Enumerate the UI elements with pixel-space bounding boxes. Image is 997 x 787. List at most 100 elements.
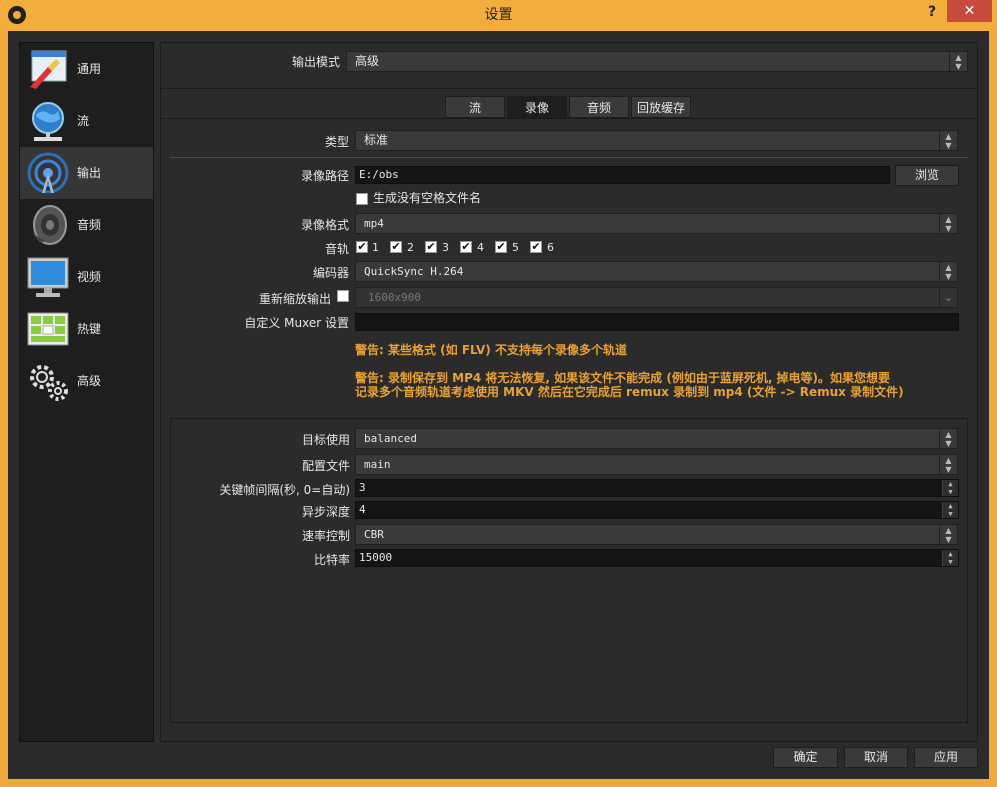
target-usage-label: 目标使用 xyxy=(301,433,350,447)
spin-arrows-icon[interactable]: ▲ ▼ xyxy=(942,502,958,518)
recording-format-select[interactable]: mp4 ▲ ▼ xyxy=(355,213,958,234)
gears-icon xyxy=(30,365,68,401)
recording-path-label: 录像路径 xyxy=(300,169,349,183)
track-1-label: 1 xyxy=(372,241,379,254)
async-depth-label: 异步深度 xyxy=(301,505,350,519)
output-mode-select[interactable]: 高级 ▲ ▼ xyxy=(346,51,968,72)
sidebar-item-advanced[interactable]: 高级 xyxy=(20,355,153,407)
divider xyxy=(170,157,968,158)
track-3-checkbox[interactable]: ✔ xyxy=(425,241,437,253)
audio-tracks-label: 音轨 xyxy=(324,242,349,256)
speaker-icon xyxy=(32,205,67,245)
output-mode-label: 输出模式 xyxy=(291,55,340,69)
track-6-label: 6 xyxy=(547,241,554,254)
general-icon xyxy=(30,50,67,89)
profile-select[interactable]: main ▲ ▼ xyxy=(355,454,958,475)
chevron-down-icon: ⌄ xyxy=(939,288,957,307)
spin-arrows-icon: ▲ ▼ xyxy=(939,429,957,448)
async-depth-value: 4 xyxy=(359,503,366,516)
profile-label: 配置文件 xyxy=(301,459,350,473)
apply-button[interactable]: 应用 xyxy=(914,747,978,768)
warning-mp4-line2: 记录多个音频轨道考虑使用 MKV 然后在它完成后 remux 录制到 mp4 (… xyxy=(355,385,904,399)
sidebar-item-general[interactable]: 通用 xyxy=(20,43,153,95)
rescale-output-checkbox[interactable] xyxy=(337,290,349,302)
bitrate-value: 15000 xyxy=(359,551,393,564)
target-usage-value: balanced xyxy=(364,432,417,445)
type-label: 类型 xyxy=(324,135,349,149)
sidebar-item-hotkeys[interactable]: 热键 xyxy=(20,303,153,355)
keyframe-interval-label: 关键帧间隔(秒, 0=自动) xyxy=(219,483,350,497)
recording-format-label: 录像格式 xyxy=(300,218,349,232)
sidebar-item-output[interactable]: 输出 xyxy=(20,147,153,199)
stream-globe-icon xyxy=(32,102,64,141)
track-5-checkbox[interactable]: ✔ xyxy=(495,241,507,253)
track-2-label: 2 xyxy=(407,241,414,254)
custom-muxer-input[interactable] xyxy=(355,313,959,331)
sidebar-item-stream[interactable]: 流 xyxy=(20,95,153,147)
spin-arrows-icon[interactable]: ▲ ▼ xyxy=(942,550,958,566)
no-space-filename-checkbox[interactable] xyxy=(356,193,368,205)
sidebar-item-label: 视频 xyxy=(77,270,102,284)
sidebar-item-video[interactable]: 视频 xyxy=(20,251,153,303)
target-usage-select[interactable]: balanced ▲ ▼ xyxy=(355,428,958,449)
type-value: 标准 xyxy=(364,133,389,147)
rescale-resolution-select[interactable]: 1600x900 ⌄ xyxy=(355,287,958,308)
sidebar-item-label: 音频 xyxy=(77,218,102,232)
cancel-button[interactable]: 取消 xyxy=(844,747,908,768)
divider xyxy=(161,88,977,89)
browse-button[interactable]: 浏览 xyxy=(895,165,959,186)
async-depth-spinbox[interactable]: 4 ▲ ▼ xyxy=(355,501,959,519)
warning-multitrack: 警告: 某些格式 (如 FLV) 不支持每个录像多个轨道 xyxy=(355,343,627,357)
recording-format-value: mp4 xyxy=(364,217,384,230)
track-2-checkbox[interactable]: ✔ xyxy=(390,241,402,253)
spin-arrows-icon: ▲ ▼ xyxy=(939,131,957,150)
keyframe-interval-value: 3 xyxy=(359,481,366,494)
keyframe-interval-spinbox[interactable]: 3 ▲ ▼ xyxy=(355,479,959,497)
recording-path-input[interactable]: E:/obs xyxy=(355,166,890,184)
encoder-value: QuickSync H.264 xyxy=(364,265,464,278)
spin-arrows-icon: ▲ ▼ xyxy=(939,455,957,474)
no-space-filename-label: 生成没有空格文件名 xyxy=(373,191,482,205)
ok-button[interactable]: 确定 xyxy=(773,747,838,768)
spin-arrows-icon[interactable]: ▲ ▼ xyxy=(942,480,958,496)
profile-value: main xyxy=(364,458,391,471)
tab-divider xyxy=(161,118,977,119)
track-1-checkbox[interactable]: ✔ xyxy=(356,241,368,253)
output-mode-value: 高级 xyxy=(355,54,380,68)
encoder-select[interactable]: QuickSync H.264 ▲ ▼ xyxy=(355,261,958,282)
bitrate-label: 比特率 xyxy=(313,553,350,567)
track-5-label: 5 xyxy=(512,241,519,254)
track-4-label: 4 xyxy=(477,241,484,254)
sidebar-item-audio[interactable]: 音频 xyxy=(20,199,153,251)
sidebar-item-label: 流 xyxy=(77,114,90,128)
track-4-checkbox[interactable]: ✔ xyxy=(460,241,472,253)
sidebar-item-label: 输出 xyxy=(77,166,102,180)
bitrate-spinbox[interactable]: 15000 ▲ ▼ xyxy=(355,549,959,567)
spin-arrows-icon: ▲ ▼ xyxy=(949,52,967,71)
spin-arrows-icon: ▲ ▼ xyxy=(939,525,957,544)
tab-replay-buffer[interactable]: 回放缓存 xyxy=(631,96,691,118)
tab-audio[interactable]: 音频 xyxy=(569,96,629,118)
custom-muxer-label: 自定义 Muxer 设置 xyxy=(244,316,349,330)
rescale-resolution-value: 1600x900 xyxy=(368,291,421,304)
close-button[interactable]: ✕ xyxy=(947,0,992,22)
tab-recording[interactable]: 录像 xyxy=(507,96,567,118)
sidebar-item-label: 高级 xyxy=(77,374,102,388)
window-title: 设置 xyxy=(484,7,513,23)
monitor-icon xyxy=(27,257,69,297)
tab-stream[interactable]: 流 xyxy=(445,96,505,118)
output-antenna-icon xyxy=(27,152,69,194)
spin-arrows-icon: ▲ ▼ xyxy=(939,262,957,281)
rate-control-label: 速率控制 xyxy=(301,529,350,543)
rate-control-select[interactable]: CBR ▲ ▼ xyxy=(355,524,958,545)
rate-control-value: CBR xyxy=(364,528,384,541)
encoder-label: 编码器 xyxy=(312,266,349,280)
sidebar-item-label: 通用 xyxy=(77,62,102,76)
sidebar-item-label: 热键 xyxy=(77,322,102,336)
type-select[interactable]: 标准 ▲ ▼ xyxy=(355,130,958,151)
settings-sidebar: 通用 流 输出 音频 视频 热键 高级 xyxy=(19,42,154,742)
track-3-label: 3 xyxy=(442,241,449,254)
help-button[interactable]: ? xyxy=(916,1,948,23)
track-6-checkbox[interactable]: ✔ xyxy=(530,241,542,253)
rescale-output-label: 重新缩放输出 xyxy=(258,292,331,306)
